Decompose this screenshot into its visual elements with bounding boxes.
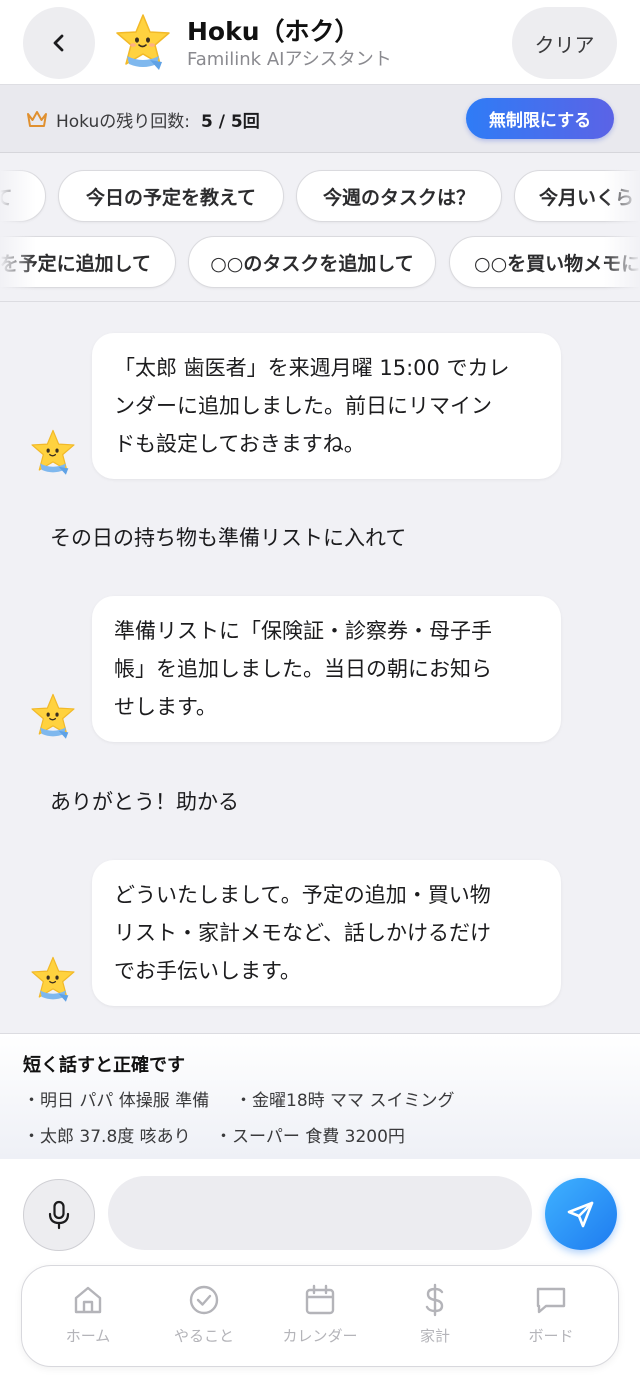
message-line: どういたしまして。予定の追加・買い物	[114, 883, 491, 907]
check-circle-icon	[189, 1285, 219, 1315]
message-line: でお手伝いします。	[114, 959, 301, 983]
tip-example: ・明日 パパ 体操服 準備	[23, 1091, 210, 1111]
hoku-mascot-logo	[116, 14, 170, 70]
page-subtitle: Familink AIアシスタント	[187, 49, 392, 70]
quota-value: 5 / 5回	[201, 112, 260, 132]
user-message: ありがとう！助かる	[50, 790, 239, 814]
microphone-button[interactable]	[23, 1179, 95, 1251]
nav-item-todo[interactable]: やること	[146, 1283, 262, 1353]
nav-item-board[interactable]: ボード	[493, 1283, 609, 1353]
suggestion-chips: て 今日の予定を教えて 今週のタスクは？ 今月いくら を予定に追加して ○○のタ…	[0, 154, 640, 302]
crown-icon	[27, 111, 47, 127]
nav-label: ホーム	[65, 1327, 111, 1345]
suggestion-chip[interactable]: ○○のタスクを追加して	[188, 236, 436, 288]
message-line: 「太郎 歯医者」を来週月曜 15:00 でカレ	[114, 356, 510, 380]
user-message: その日の持ち物も準備リストに入れて	[50, 526, 407, 550]
hoku-avatar	[31, 429, 75, 475]
dollar-icon	[425, 1283, 444, 1317]
nav-label: カレンダー	[282, 1327, 358, 1345]
hoku-avatar	[31, 693, 75, 739]
quota-label: Hokuの残り回数:	[56, 112, 191, 132]
message-line: リスト・家計メモなど、話しかけるだけ	[114, 921, 491, 945]
assistant-message: 準備リストに「保険証・診察券・母子手 帳」を追加しました。当日の朝にお知ら せし…	[92, 596, 561, 742]
send-icon	[567, 1201, 594, 1228]
suggestion-chip[interactable]: 今日の予定を教えて	[58, 170, 284, 222]
message-line: せします。	[114, 695, 217, 719]
tips-title: 短く話すと正確です	[23, 1055, 185, 1076]
assistant-message: どういたしまして。予定の追加・買い物 リスト・家計メモなど、話しかけるだけ でお…	[92, 860, 561, 1006]
home-icon	[74, 1286, 102, 1314]
hoku-avatar	[31, 956, 75, 1002]
clear-button[interactable]: クリア	[512, 7, 617, 79]
back-button[interactable]	[23, 7, 95, 79]
assistant-message: 「太郎 歯医者」を来週月曜 15:00 でカレ ンダーに追加しました。前日にリマ…	[92, 333, 561, 479]
nav-label: ボード	[528, 1327, 574, 1345]
nav-item-calendar[interactable]: カレンダー	[262, 1283, 378, 1353]
message-line: 準備リストに「保険証・診察券・母子手	[114, 619, 492, 643]
chips-fade-right	[604, 154, 640, 301]
nav-label: やること	[173, 1327, 234, 1345]
message-line: 帳」を追加しました。当日の朝にお知ら	[114, 657, 492, 681]
send-button[interactable]	[545, 1178, 617, 1250]
message-line: ドも設定しておきますね。	[114, 432, 365, 456]
nav-label: 家計	[419, 1327, 450, 1345]
tip-example: ・スーパー 食費 3200円	[215, 1127, 405, 1147]
nav-item-home[interactable]: ホーム	[30, 1283, 146, 1353]
message-input[interactable]	[108, 1176, 532, 1250]
nav-item-budget[interactable]: 家計	[377, 1283, 493, 1353]
tip-example: ・金曜18時 ママ スイミング	[235, 1091, 455, 1111]
unlimited-upgrade-button[interactable]: 無制限にする	[466, 98, 614, 139]
page-title: Hoku（ホク）	[187, 17, 360, 46]
calendar-icon	[305, 1284, 335, 1315]
message-line: ンダーに追加しました。前日にリマイン	[114, 394, 492, 418]
chevron-left-icon	[53, 34, 64, 52]
chips-fade-left	[0, 154, 36, 301]
message-square-icon	[536, 1287, 566, 1314]
suggestion-chip[interactable]: 今週のタスクは？	[296, 170, 502, 222]
microphone-icon	[48, 1200, 70, 1230]
tip-example: ・太郎 37.8度 咳あり	[23, 1127, 191, 1147]
